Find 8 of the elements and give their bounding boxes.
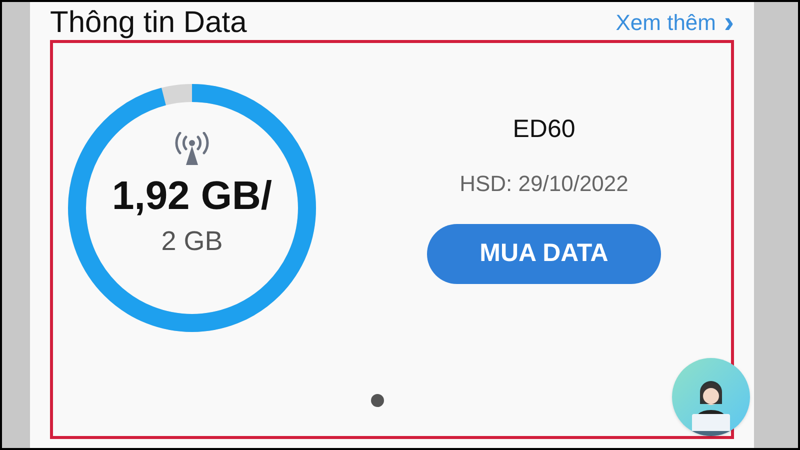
see-more-link[interactable]: Xem thêm › bbox=[616, 8, 734, 38]
buy-data-button[interactable]: MUA DATA bbox=[427, 224, 661, 284]
chevron-right-icon: › bbox=[724, 8, 734, 38]
section-title: Thông tin Data bbox=[50, 8, 247, 38]
expiry-date: HSD: 29/10/2022 bbox=[460, 170, 628, 198]
total-data: 2 GB bbox=[161, 228, 223, 254]
plan-name: ED60 bbox=[512, 114, 576, 145]
used-data: 1,92 GB/ bbox=[112, 176, 272, 216]
